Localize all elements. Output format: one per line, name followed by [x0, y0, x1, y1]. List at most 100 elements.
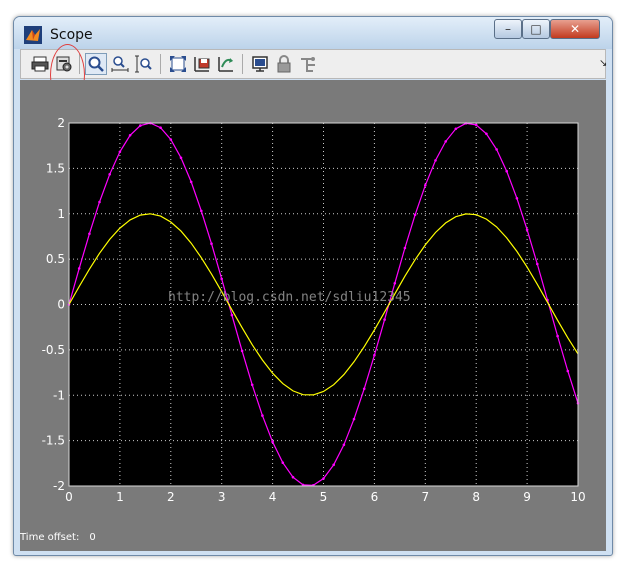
sample-point [362, 387, 366, 391]
y-tick-label: 0 [57, 298, 65, 312]
y-tick-labels: 2 1.5 1 0.5 0 -0.5 -1 -1.5 -2 [42, 116, 65, 493]
window-title: Scope [50, 27, 93, 43]
sample-point [210, 242, 213, 245]
toolbar-separator [160, 54, 161, 74]
sample-point [444, 140, 448, 143]
sample-point [169, 138, 173, 141]
sample-point [118, 150, 122, 154]
zoom-button[interactable] [85, 53, 107, 75]
sample-point [342, 443, 346, 447]
x-tick-label: 0 [65, 490, 73, 504]
toolbar: ↘ [20, 49, 607, 79]
restore-axes-icon [218, 57, 233, 72]
x-tick-label: 7 [421, 490, 429, 504]
sample-point [200, 209, 203, 213]
time-offset-readout: Time offset: 0 [20, 532, 96, 543]
sample-point [474, 123, 478, 127]
signal-selection-icon [301, 57, 315, 72]
maximize-icon: □ [530, 22, 542, 36]
x-tick-label: 3 [218, 490, 226, 504]
matlab-icon [24, 26, 42, 44]
print-button[interactable] [29, 53, 51, 75]
sample-point [332, 463, 336, 467]
sample-point [88, 232, 91, 236]
toolbar-overflow-icon[interactable]: ↘ [599, 58, 607, 69]
lock-icon [277, 55, 291, 73]
signal-selection-button[interactable] [297, 53, 319, 75]
y-tick-label: -1 [53, 388, 65, 402]
sample-point [240, 349, 244, 353]
scope-display: 0 1 2 3 4 5 6 7 8 9 10 2 1.5 1 0.5 0 -0.5 -1 -1.5 -2 http:… [20, 80, 606, 551]
x-tick-label: 6 [371, 490, 379, 504]
zoom-x-icon [111, 56, 129, 72]
zoom-x-button[interactable] [109, 53, 131, 75]
sample-point [566, 369, 570, 373]
x-tick-label: 1 [116, 490, 124, 504]
y-tick-label: -1.5 [42, 434, 65, 448]
minimize-button[interactable]: – [494, 19, 522, 39]
maximize-button[interactable]: □ [522, 19, 550, 39]
y-tick-label: 0.5 [46, 252, 65, 266]
x-tick-label: 10 [570, 490, 585, 504]
sample-point [434, 159, 437, 162]
y-tick-label: 1.5 [46, 161, 65, 175]
sample-point [556, 334, 559, 338]
save-axes-icon [194, 57, 210, 72]
title-bar[interactable]: Scope – □ ✕ [14, 17, 612, 49]
toolbar-separator [242, 54, 243, 74]
sample-point [230, 313, 234, 317]
restore-axes-button[interactable] [215, 53, 237, 75]
y-tick-label: 1 [57, 207, 65, 221]
sample-point [525, 228, 529, 231]
sample-point [454, 127, 458, 131]
save-axes-button[interactable] [191, 53, 213, 75]
sample-point [108, 173, 111, 176]
sample-point [536, 262, 539, 266]
zoom-y-icon [135, 55, 152, 73]
y-tick-label: -2 [53, 479, 65, 493]
sample-point [393, 282, 397, 285]
sample-point [128, 134, 132, 137]
time-offset-value: 0 [89, 532, 96, 543]
close-button[interactable]: ✕ [550, 19, 600, 39]
lock-button[interactable] [273, 53, 295, 75]
sample-point [373, 353, 376, 357]
sample-point [413, 213, 417, 217]
x-tick-label: 9 [523, 490, 531, 504]
sample-point [403, 246, 407, 250]
x-tick-label: 5 [320, 490, 328, 504]
scope-plot[interactable]: 0 1 2 3 4 5 6 7 8 9 10 2 1.5 1 0.5 0 -0.5 -1 -1.5 -2 http:… [20, 80, 606, 530]
scope-window: Scope – □ ✕ ↘ 0 1 2 3 4 5 6 7 8 9 10 2 1… [13, 16, 613, 556]
minimize-icon: – [505, 22, 511, 36]
sample-point [139, 124, 142, 127]
watermark: http://blog.csdn.net/sdliu12345 [168, 290, 411, 305]
sample-point [495, 148, 498, 151]
sample-point [352, 417, 356, 421]
sample-point [261, 414, 264, 417]
sample-point [424, 184, 427, 187]
sample-point [322, 477, 325, 480]
autoscale-icon [170, 56, 186, 72]
y-tick-label: 2 [57, 116, 65, 130]
zoom-y-button[interactable] [133, 53, 155, 75]
autoscale-button[interactable] [167, 53, 189, 75]
zoom-icon [88, 56, 104, 72]
sample-point [159, 126, 162, 129]
sample-point [281, 461, 285, 465]
sample-point [77, 267, 81, 270]
sample-point [179, 156, 183, 160]
sample-point [189, 180, 193, 184]
time-offset-label: Time offset: [20, 532, 80, 543]
sample-point [98, 200, 101, 204]
print-icon [31, 56, 49, 72]
x-tick-label: 2 [167, 490, 175, 504]
floating-scope-button[interactable] [249, 53, 271, 75]
x-tick-labels: 0 1 2 3 4 5 6 7 8 9 10 [65, 490, 585, 504]
sample-point [505, 169, 509, 173]
sample-point [515, 197, 519, 200]
sample-point [485, 132, 488, 136]
sample-point [220, 277, 223, 281]
sample-point [271, 440, 274, 444]
sample-point [383, 318, 386, 321]
sample-point [250, 383, 254, 387]
